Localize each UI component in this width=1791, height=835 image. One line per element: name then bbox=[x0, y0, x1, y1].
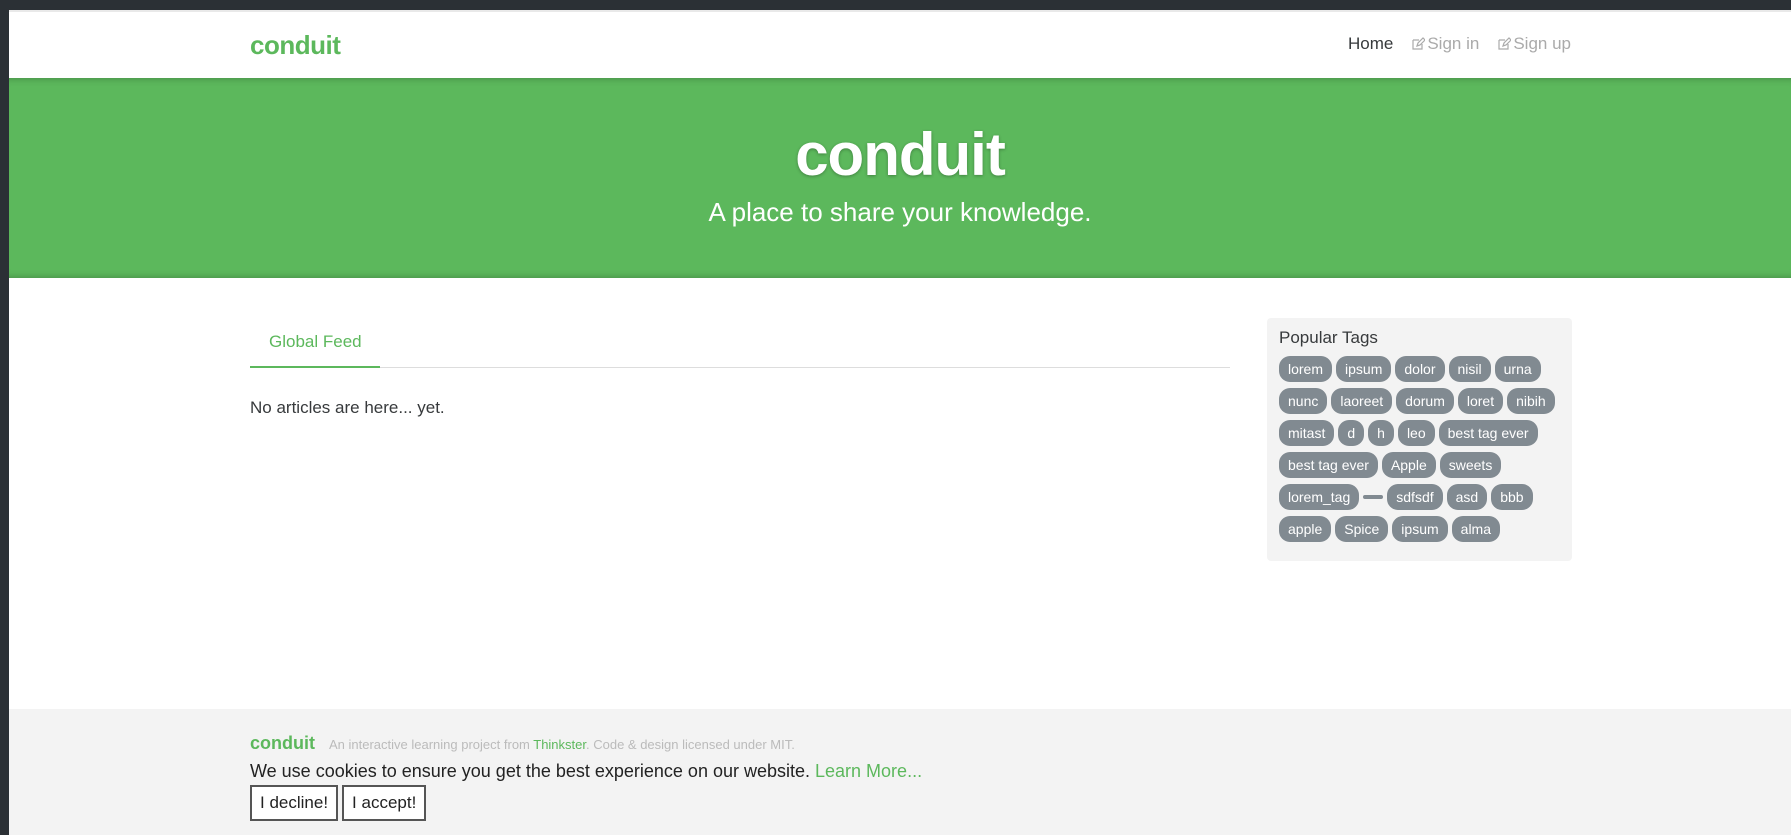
nav-sign-in-label: Sign in bbox=[1427, 34, 1480, 53]
tag-pill[interactable]: leo bbox=[1397, 420, 1435, 446]
empty-feed-message: No articles are here... yet. bbox=[250, 398, 445, 417]
tag-pill-empty[interactable] bbox=[1363, 495, 1384, 499]
nav-sign-in-link[interactable]: Sign in bbox=[1411, 34, 1479, 54]
nav-home-link[interactable]: Home bbox=[1348, 34, 1393, 54]
attribution-prefix: An interactive learning project from bbox=[329, 737, 534, 752]
tag-pill[interactable]: dolor bbox=[1395, 356, 1445, 382]
footer-logo[interactable]: conduit bbox=[250, 733, 315, 754]
learn-more-link[interactable]: Learn More... bbox=[815, 761, 922, 781]
attribution: An interactive learning project from Thi… bbox=[329, 737, 795, 752]
tag-pill[interactable]: h bbox=[1368, 420, 1394, 446]
banner-subtitle: A place to share your knowledge. bbox=[708, 197, 1092, 227]
app-window: conduit Home Sign in Sign up conduit A p… bbox=[9, 10, 1791, 835]
tag-pill[interactable]: nibih bbox=[1507, 388, 1555, 414]
tag-pill[interactable]: apple bbox=[1279, 516, 1332, 542]
cookie-buttons: I decline! I accept! bbox=[250, 785, 427, 821]
footer: conduit An interactive learning project … bbox=[9, 709, 1791, 835]
tag-pill[interactable]: loret bbox=[1457, 388, 1504, 414]
tag-pill[interactable]: ipsum bbox=[1392, 516, 1448, 542]
tag-pill[interactable]: nisil bbox=[1448, 356, 1491, 382]
tag-pill[interactable]: bbb bbox=[1491, 484, 1533, 510]
edit-icon bbox=[1497, 37, 1512, 51]
tag-pill[interactable]: asd bbox=[1446, 484, 1488, 510]
tag-pill[interactable]: sdfsdf bbox=[1387, 484, 1443, 510]
tag-pill[interactable]: nunc bbox=[1279, 388, 1328, 414]
popular-tags-sidebar: Popular Tags lorem ipsum dolor nisil urn… bbox=[1267, 318, 1572, 561]
footer-line: conduit An interactive learning project … bbox=[250, 733, 795, 754]
nav-sign-up-link[interactable]: Sign up bbox=[1497, 34, 1571, 54]
tag-pill[interactable]: Apple bbox=[1381, 452, 1436, 478]
tag-pill[interactable]: laoreet bbox=[1331, 388, 1393, 414]
attribution-suffix: . Code & design licensed under MIT. bbox=[586, 737, 795, 752]
tag-pill[interactable]: Spice bbox=[1335, 516, 1389, 542]
nav-links: Home Sign in Sign up bbox=[1348, 34, 1571, 54]
tag-pill[interactable]: alma bbox=[1451, 516, 1501, 542]
navbar-brand[interactable]: conduit bbox=[250, 30, 341, 61]
tag-pill[interactable]: best tag ever bbox=[1279, 452, 1378, 478]
feed-toggle: Global Feed bbox=[250, 320, 1230, 368]
banner: conduit A place to share your knowledge. bbox=[9, 78, 1791, 278]
cookie-banner: We use cookies to ensure you get the bes… bbox=[250, 761, 922, 782]
navbar: conduit Home Sign in Sign up bbox=[9, 10, 1791, 78]
accept-cookies-button[interactable]: I accept! bbox=[342, 785, 427, 821]
decline-cookies-button[interactable]: I decline! bbox=[250, 785, 339, 821]
nav-home-label: Home bbox=[1347, 34, 1394, 53]
tag-pill[interactable]: lorem_tag bbox=[1279, 484, 1360, 510]
tag-pill[interactable]: mitast bbox=[1279, 420, 1335, 446]
tab-global-feed[interactable]: Global Feed bbox=[250, 320, 380, 368]
tag-pill[interactable]: dorum bbox=[1396, 388, 1454, 414]
banner-title: conduit bbox=[795, 121, 1006, 188]
tag-pill[interactable]: d bbox=[1338, 420, 1365, 446]
tag-pill[interactable]: sweets bbox=[1439, 452, 1502, 478]
thinkster-link[interactable]: Thinkster bbox=[533, 737, 586, 752]
cookie-message: We use cookies to ensure you get the bes… bbox=[250, 761, 816, 781]
sidebar-title: Popular Tags bbox=[1279, 328, 1378, 347]
tag-list: lorem ipsum dolor nisil urna nunc laoree… bbox=[1279, 356, 1560, 542]
edit-icon bbox=[1411, 37, 1426, 51]
nav-sign-up-label: Sign up bbox=[1513, 34, 1571, 53]
tag-pill[interactable]: urna bbox=[1494, 356, 1541, 382]
tag-pill[interactable]: best tag ever bbox=[1438, 420, 1538, 446]
tag-pill[interactable]: ipsum bbox=[1336, 356, 1392, 382]
tag-pill[interactable]: lorem bbox=[1279, 356, 1333, 382]
